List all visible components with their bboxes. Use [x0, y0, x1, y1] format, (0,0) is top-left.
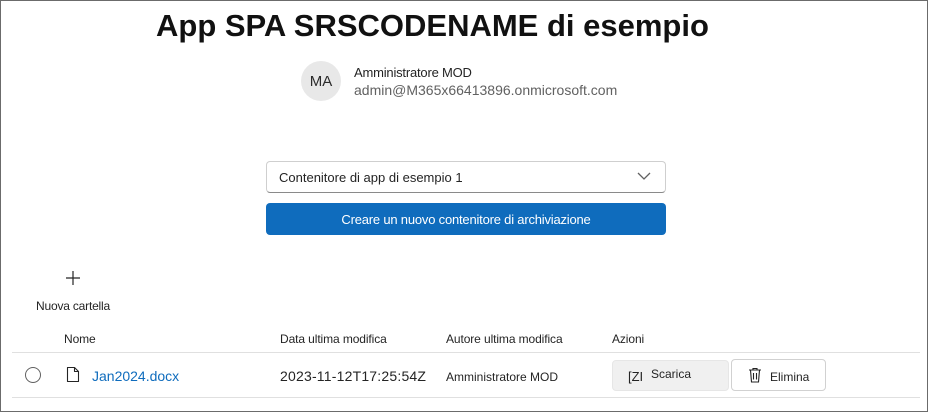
- document-icon: [66, 366, 80, 383]
- download-button[interactable]: [ZI Scarica: [612, 360, 729, 391]
- download-prefix: [ZI: [628, 369, 644, 384]
- persona-text: Amministratore MOD admin@M365x66413896.o…: [354, 65, 617, 98]
- column-header-actions: Azioni: [612, 332, 645, 346]
- trash-icon: [749, 367, 761, 383]
- header-divider: [12, 352, 920, 353]
- chevron-down-icon: [637, 172, 651, 180]
- download-label: Scarica: [651, 367, 692, 381]
- user-name: Amministratore MOD: [354, 64, 472, 80]
- user-email: admin@M365x66413896.onmicrosoft.com: [354, 81, 618, 98]
- user-persona: MA Amministratore MOD admin@M365x6641389…: [301, 61, 617, 101]
- delete-button[interactable]: Elimina: [731, 359, 826, 391]
- new-folder-button[interactable]: Nuova cartella: [31, 268, 115, 313]
- file-link[interactable]: Jan2024.docx: [92, 368, 179, 384]
- delete-label: Elimina: [770, 370, 810, 384]
- container-dropdown-value: Contenitore di app di esempio 1: [279, 169, 463, 185]
- page-title: App SPA SRSCODENAME di esempio: [156, 8, 709, 43]
- container-dropdown[interactable]: Contenitore di app di esempio 1: [266, 161, 666, 193]
- avatar: MA: [301, 61, 341, 101]
- column-header-name[interactable]: Nome: [64, 332, 96, 346]
- new-folder-label: Nuova cartella: [36, 299, 110, 313]
- plus-icon: [66, 271, 80, 285]
- create-container-button[interactable]: Creare un nuovo contenitore di archiviaz…: [266, 203, 666, 235]
- modified-date: 2023-11-12T17:25:54Z: [280, 368, 427, 384]
- column-header-modified[interactable]: Data ultima modifica: [280, 332, 387, 346]
- column-header-author[interactable]: Autore ultima modifica: [446, 332, 563, 346]
- row-select-radio[interactable]: [25, 367, 41, 383]
- modified-author: Amministratore MOD: [446, 370, 559, 384]
- row-divider: [12, 397, 920, 398]
